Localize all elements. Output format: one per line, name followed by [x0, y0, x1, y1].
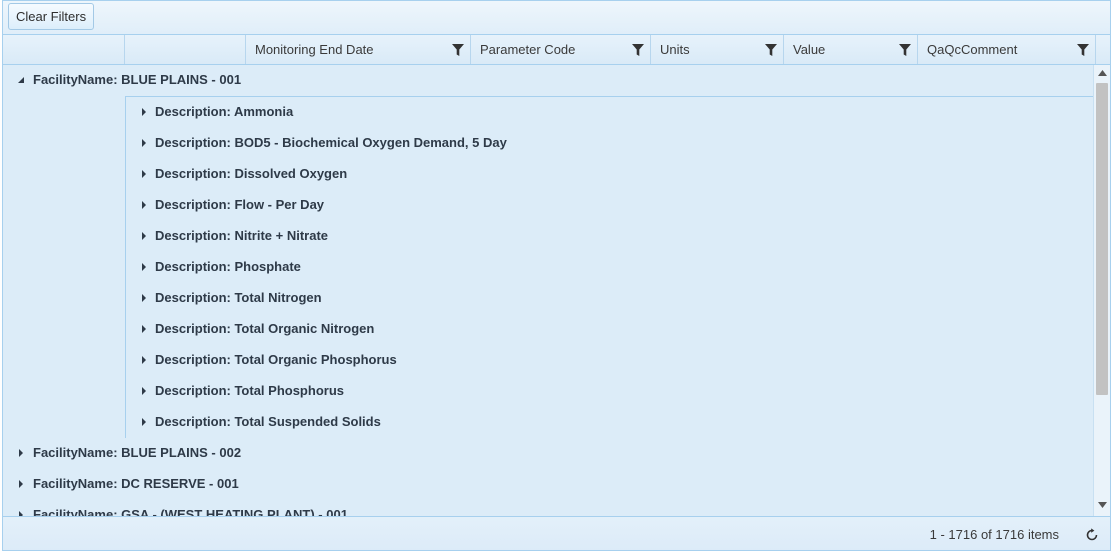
- refresh-icon[interactable]: [1085, 528, 1099, 542]
- grid-content: FacilityName: BLUE PLAINS - 001 Descript…: [3, 65, 1096, 516]
- scroll-down-arrow-icon[interactable]: [1098, 502, 1107, 508]
- group-label: Description: Dissolved Oxygen: [155, 166, 348, 181]
- filter-icon[interactable]: [452, 44, 464, 56]
- caret-right-icon[interactable]: [17, 449, 25, 457]
- column-header-row: Monitoring End Date Parameter Code Units…: [3, 35, 1110, 65]
- group-label: Description: Flow - Per Day: [155, 197, 325, 212]
- column-monitoring-end-date[interactable]: Monitoring End Date: [246, 35, 471, 64]
- caret-right-icon[interactable]: [140, 170, 148, 178]
- column-label: QaQcComment: [927, 42, 1018, 57]
- group-label: FacilityName: DC RESERVE - 001: [33, 476, 239, 491]
- column-qaqc-comment[interactable]: QaQcComment: [918, 35, 1096, 64]
- group-row-facility[interactable]: FacilityName: DC RESERVE - 001: [3, 469, 1096, 500]
- caret-down-icon[interactable]: [17, 76, 25, 84]
- column-parameter-code[interactable]: Parameter Code: [471, 35, 651, 64]
- filter-icon[interactable]: [1077, 44, 1089, 56]
- column-label: Monitoring End Date: [255, 42, 374, 57]
- grid-toolbar: Clear Filters: [3, 1, 1110, 35]
- group-row-description[interactable]: Description: Phosphate: [3, 252, 1096, 283]
- column-value[interactable]: Value: [784, 35, 918, 64]
- clear-filters-button[interactable]: Clear Filters: [8, 3, 95, 30]
- caret-right-icon[interactable]: [140, 387, 148, 395]
- filter-icon[interactable]: [632, 44, 644, 56]
- group-label: Description: Total Phosphorus: [155, 383, 344, 398]
- group-row-description[interactable]: Description: Flow - Per Day: [3, 190, 1096, 221]
- grid-pager: 1 - 1716 of 1716 items: [3, 516, 1110, 550]
- column-label: Units: [660, 42, 690, 57]
- column-label: Parameter Code: [480, 42, 576, 57]
- group-label: FacilityName: BLUE PLAINS - 001: [33, 72, 242, 87]
- scrollbar-thumb[interactable]: [1096, 83, 1108, 395]
- filter-icon[interactable]: [765, 44, 777, 56]
- group-row-description[interactable]: Description: Total Phosphorus: [3, 376, 1096, 407]
- caret-right-icon[interactable]: [140, 418, 148, 426]
- group-row-description[interactable]: Description: Total Nitrogen: [3, 283, 1096, 314]
- data-grid: Clear Filters Monitoring End Date Parame…: [2, 0, 1111, 551]
- caret-right-icon[interactable]: [140, 201, 148, 209]
- scroll-up-arrow-icon[interactable]: [1098, 70, 1107, 76]
- column-units[interactable]: Units: [651, 35, 784, 64]
- column-label: Value: [793, 42, 826, 57]
- group-indent-header: [3, 35, 125, 64]
- group-indent-header-2: [125, 35, 246, 64]
- caret-right-icon[interactable]: [140, 356, 148, 364]
- group-label: FacilityName: GSA - (WEST HEATING PLANT)…: [33, 507, 348, 516]
- group-label: Description: Total Organic Nitrogen: [155, 321, 375, 336]
- group-label: FacilityName: BLUE PLAINS - 002: [33, 445, 242, 460]
- caret-right-icon[interactable]: [140, 232, 148, 240]
- group-label: Description: BOD5 - Biochemical Oxygen D…: [155, 135, 507, 150]
- group-row-description[interactable]: Description: Total Suspended Solids: [3, 407, 1096, 438]
- caret-right-icon[interactable]: [140, 263, 148, 271]
- group-label: Description: Nitrite + Nitrate: [155, 228, 329, 243]
- caret-right-icon[interactable]: [140, 294, 148, 302]
- caret-right-icon[interactable]: [17, 480, 25, 488]
- vertical-scrollbar[interactable]: [1093, 65, 1110, 516]
- caret-right-icon[interactable]: [140, 325, 148, 333]
- group-label: Description: Phosphate: [155, 259, 301, 274]
- group-row-facility[interactable]: FacilityName: BLUE PLAINS - 002: [3, 438, 1096, 469]
- group-label: Description: Total Suspended Solids: [155, 414, 381, 429]
- group-row-description[interactable]: Description: BOD5 - Biochemical Oxygen D…: [3, 128, 1096, 159]
- caret-right-icon[interactable]: [140, 139, 148, 147]
- group-row-description[interactable]: Description: Total Organic Phosphorus: [3, 345, 1096, 376]
- group-row-facility[interactable]: FacilityName: GSA - (WEST HEATING PLANT)…: [3, 500, 1096, 516]
- filter-icon[interactable]: [899, 44, 911, 56]
- group-label: Description: Total Nitrogen: [155, 290, 322, 305]
- group-label: Description: Ammonia: [155, 104, 294, 119]
- group-row-facility[interactable]: FacilityName: BLUE PLAINS - 001: [3, 65, 1096, 96]
- group-label: Description: Total Organic Phosphorus: [155, 352, 397, 367]
- pager-info: 1 - 1716 of 1716 items: [929, 527, 1059, 542]
- group-row-description[interactable]: Description: Ammonia: [3, 97, 1096, 128]
- group-row-description[interactable]: Description: Total Organic Nitrogen: [3, 314, 1096, 345]
- caret-right-icon[interactable]: [140, 108, 148, 116]
- group-row-description[interactable]: Description: Nitrite + Nitrate: [3, 221, 1096, 252]
- group-row-description[interactable]: Description: Dissolved Oxygen: [3, 159, 1096, 190]
